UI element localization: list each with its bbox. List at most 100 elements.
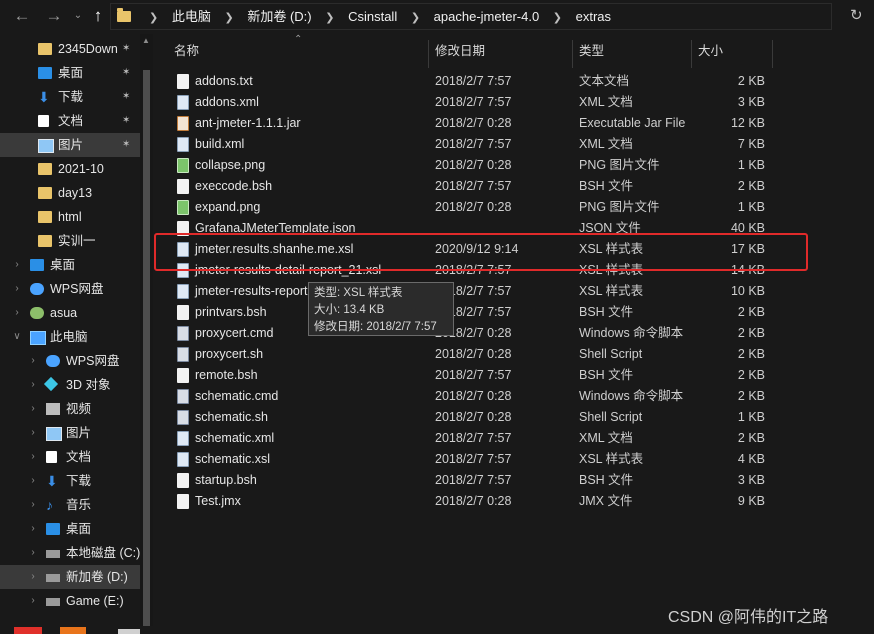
sidebar-item[interactable]: 图片 ✶ [0, 133, 140, 157]
arrow-right-icon[interactable]: → [44, 6, 64, 26]
file-row[interactable]: schematic.xml 2018/2/7 7:57 XML 文档 2 KB [158, 428, 798, 449]
breadcrumb-item-this-pc[interactable]: 此电脑 [172, 4, 211, 29]
file-row[interactable]: collapse.png 2018/2/7 0:28 PNG 图片文件 1 KB [158, 155, 798, 176]
chevron-right-icon[interactable]: › [28, 493, 38, 517]
file-row[interactable]: schematic.cmd 2018/2/7 0:28 Windows 命令脚本 2 … [158, 386, 798, 407]
taskbar-app-icon[interactable] [14, 627, 42, 634]
chevron-right-icon[interactable]: › [12, 277, 22, 301]
file-row[interactable]: proxycert.sh 2018/2/7 0:28 Shell Script 2 K… [158, 344, 798, 365]
file-row[interactable]: addons.xml 2018/2/7 7:57 XML 文档 3 KB [158, 92, 798, 113]
file-size: 1 KB [737, 158, 765, 172]
sidebar-item[interactable]: › 视频 [0, 397, 140, 421]
sidebar-item[interactable]: › 文档 [0, 445, 140, 469]
sidebar-item[interactable]: 文档 ✶ [0, 109, 140, 133]
breadcrumb-item-csinstall[interactable]: Csinstall [348, 4, 397, 29]
breadcrumb-item-drive-d[interactable]: 新加卷 (D:) [247, 4, 311, 29]
sidebar-item[interactable]: › 图片 [0, 421, 140, 445]
chevron-right-icon[interactable]: › [28, 469, 38, 493]
file-row[interactable]: schematic.sh 2018/2/7 0:28 Shell Script 1 K… [158, 407, 798, 428]
chevron-right-icon[interactable]: › [28, 589, 38, 613]
file-list-scrollbar[interactable] [857, 34, 874, 634]
sidebar-item[interactable]: › WPS网盘 [0, 349, 140, 373]
chevron-right-icon[interactable]: › [28, 397, 38, 421]
sidebar-item[interactable]: › ♪ 音乐 [0, 493, 140, 517]
folder-icon [38, 235, 52, 247]
chevron-right-icon[interactable]: › [12, 301, 22, 325]
file-row[interactable]: schematic.xsl 2018/2/7 7:57 XSL 样式表 4 KB [158, 449, 798, 470]
file-row[interactable]: proxycert.cmd 2018/2/7 0:28 Windows 命令脚本 2 … [158, 323, 798, 344]
sidebar-item-label: WPS网盘 [66, 354, 120, 368]
file-name: schematic.cmd [195, 389, 279, 403]
file-row[interactable]: execcode.bsh 2018/2/7 7:57 BSH 文件 2 KB [158, 176, 798, 197]
jar-file-icon [177, 116, 189, 131]
sidebar-item-label: 新加卷 (D:) [66, 570, 128, 584]
file-row[interactable]: jmeter-results-report 2018/2/7 7:57 XSL 样式… [158, 281, 798, 302]
sidebar-item[interactable]: › Game (E:) [0, 589, 140, 613]
file-type: Windows 命令脚本 [579, 389, 684, 403]
sidebar-item-label: 桌面 [58, 66, 84, 80]
sidebar-item-label: 2021-10 [58, 162, 104, 176]
sidebar-item[interactable]: › WPS网盘 [0, 277, 140, 301]
breadcrumb-item-jmeter[interactable]: apache-jmeter-4.0 [434, 4, 540, 29]
column-header-date[interactable]: 修改日期 [435, 34, 485, 68]
arrow-up-icon[interactable]: ↑ [88, 6, 108, 26]
file-row[interactable]: startup.bsh 2018/2/7 7:57 BSH 文件 3 KB [158, 470, 798, 491]
chevron-right-icon[interactable]: › [28, 541, 38, 565]
file-size: 9 KB [737, 494, 765, 508]
scroll-up-icon[interactable]: ▲ [142, 36, 150, 45]
breadcrumb-item-extras[interactable]: extras [576, 4, 611, 29]
address-bar[interactable]: ❯ 此电脑 ❯ 新加卷 (D:) ❯ Csinstall ❯ apache-jm… [110, 3, 832, 30]
chevron-right-icon[interactable]: › [28, 421, 38, 445]
png-file-icon [177, 200, 189, 215]
column-header-size[interactable]: 大小 [698, 34, 723, 68]
chevron-right-icon[interactable]: › [12, 253, 22, 277]
sidebar-item[interactable]: › 3D 对象 [0, 373, 140, 397]
taskbar-app-icon[interactable] [118, 629, 140, 634]
taskbar-app-icon[interactable] [60, 627, 86, 634]
sidebar-item[interactable]: › asua [0, 301, 140, 325]
sidebar-item[interactable]: ⬇ 下载 ✶ [0, 85, 140, 109]
file-row[interactable]: ant-jmeter-1.1.1.jar 2018/2/7 0:28 Executa… [158, 113, 798, 134]
file-type: XML 文档 [579, 137, 633, 151]
sidebar-item[interactable]: ∨ 此电脑 [0, 325, 140, 349]
file-row[interactable]: remote.bsh 2018/2/7 7:57 BSH 文件 2 KB [158, 365, 798, 386]
column-divider[interactable] [772, 40, 773, 68]
file-row[interactable]: build.xml 2018/2/7 7:57 XML 文档 7 KB [158, 134, 798, 155]
sidebar-item[interactable]: html [0, 205, 140, 229]
file-size: 7 KB [737, 137, 765, 151]
sidebar-item-label: Game (E:) [66, 594, 124, 608]
refresh-icon[interactable]: ↻ [850, 6, 863, 24]
file-tooltip: 类型: XSL 样式表 大小: 13.4 KB 修改日期: 2018/2/7 7… [308, 282, 454, 336]
sidebar-scroll-thumb[interactable] [143, 70, 150, 630]
sidebar-item-label: 音乐 [66, 498, 92, 512]
column-divider[interactable] [428, 40, 429, 68]
sidebar-item[interactable]: 桌面 ✶ [0, 61, 140, 85]
sidebar-item[interactable]: › 桌面 [0, 253, 140, 277]
sidebar-item[interactable]: › 桌面 [0, 517, 140, 541]
sidebar-item[interactable]: 2021-10 [0, 157, 140, 181]
chevron-right-icon[interactable]: › [28, 373, 38, 397]
chevron-right-icon[interactable]: › [28, 565, 38, 589]
chevron-right-icon[interactable]: › [28, 517, 38, 541]
file-row[interactable]: printvars.bsh 2018/2/7 7:57 BSH 文件 2 KB [158, 302, 798, 323]
file-row[interactable]: addons.txt 2018/2/7 7:57 文本文档 2 KB [158, 71, 798, 92]
column-header-type[interactable]: 类型 [579, 34, 604, 68]
arrow-left-icon[interactable]: ← [12, 6, 32, 26]
column-divider[interactable] [572, 40, 573, 68]
sidebar-item[interactable]: › ⬇ 下载 [0, 469, 140, 493]
file-row[interactable]: expand.png 2018/2/7 0:28 PNG 图片文件 1 KB [158, 197, 798, 218]
file-row[interactable]: Test.jmx 2018/2/7 0:28 JMX 文件 9 KB [158, 491, 798, 512]
sidebar-item[interactable]: day13 [0, 181, 140, 205]
chevron-down-icon[interactable]: ⌄ [68, 6, 88, 26]
file-date: 2018/2/7 0:28 [435, 410, 512, 424]
sidebar-item[interactable]: 2345Down ✶ [0, 37, 140, 61]
chevron-down-icon[interactable]: ∨ [12, 325, 22, 349]
xml-file-icon [177, 95, 189, 110]
column-divider[interactable] [691, 40, 692, 68]
sidebar-item[interactable]: 实训一 [0, 229, 140, 253]
column-header-name[interactable]: 名称 [174, 34, 199, 68]
chevron-right-icon[interactable]: › [28, 349, 38, 373]
chevron-right-icon[interactable]: › [28, 445, 38, 469]
sidebar-item[interactable]: › 新加卷 (D:) [0, 565, 140, 589]
sidebar-item[interactable]: › 本地磁盘 (C:) [0, 541, 140, 565]
